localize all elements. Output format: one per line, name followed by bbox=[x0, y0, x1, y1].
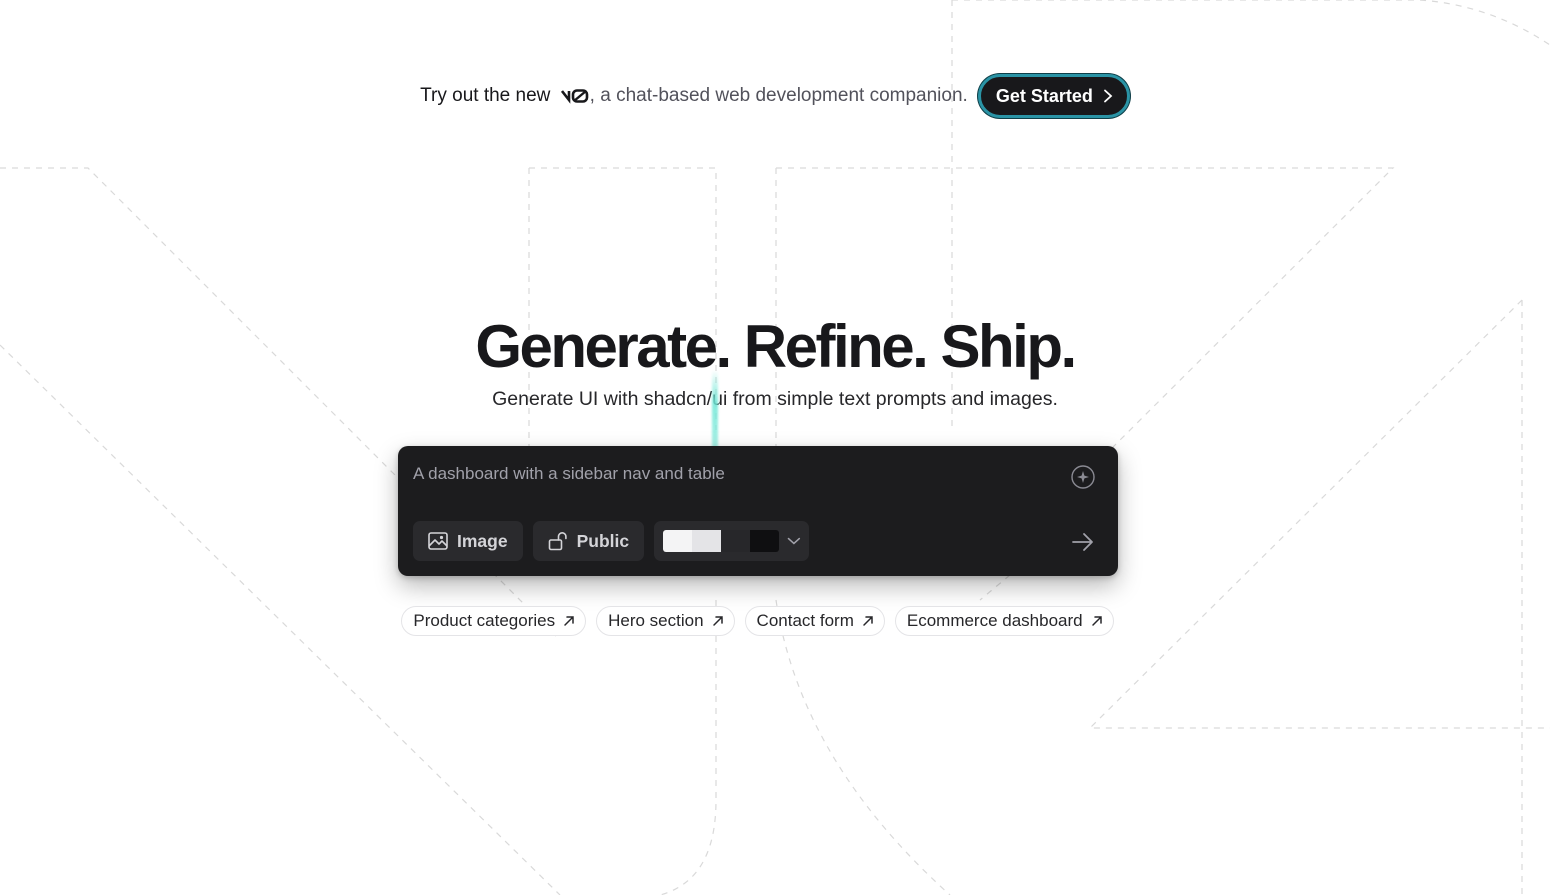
prompt-controls: Image Public bbox=[413, 521, 810, 561]
landing-page: Try out the new , a chat-based web devel… bbox=[0, 0, 1550, 895]
hero-subtitle: Generate UI with shadcn/ui from simple t… bbox=[492, 388, 1058, 410]
suggestion-label: Hero section bbox=[608, 611, 704, 630]
suggestion-chip[interactable]: Contact form bbox=[744, 606, 885, 636]
arrow-up-right-icon bbox=[564, 616, 574, 626]
suggestion-label: Ecommerce dashboard bbox=[906, 611, 1083, 630]
announcement-text: Try out the new , a chat-based web devel… bbox=[420, 85, 968, 107]
suggestion-chip[interactable]: Product categories bbox=[401, 606, 587, 636]
hero-title: Generate. Refine. Ship. bbox=[475, 313, 1077, 380]
suggestion-list: Product categories Hero section Contact … bbox=[0, 606, 1515, 636]
get-started-label: Get Started bbox=[995, 85, 1093, 106]
arrow-up-right-icon bbox=[1091, 616, 1102, 626]
image-button[interactable]: Image bbox=[413, 521, 523, 561]
arrow-up-right-icon bbox=[863, 616, 873, 626]
suggestion-chip[interactable]: Hero section bbox=[596, 606, 735, 636]
theme-swatch bbox=[750, 530, 780, 552]
suggestion-label: Product categories bbox=[413, 611, 556, 630]
announcement-bar: Try out the new , a chat-based web devel… bbox=[0, 74, 1550, 118]
theme-select[interactable] bbox=[654, 521, 810, 561]
v0-logo-icon bbox=[560, 89, 588, 104]
theme-swatch bbox=[663, 530, 693, 552]
visibility-button[interactable]: Public bbox=[532, 521, 645, 561]
prompt-box: Image Public bbox=[398, 446, 1118, 576]
announcement-lead: Try out the new bbox=[420, 85, 551, 106]
cursor-glow bbox=[712, 370, 718, 448]
theme-swatch bbox=[721, 530, 751, 552]
image-icon bbox=[428, 532, 448, 550]
chevron-down-icon bbox=[788, 537, 801, 545]
get-started-button[interactable]: Get Started bbox=[977, 74, 1130, 118]
sparkle-icon[interactable] bbox=[1070, 464, 1096, 490]
prompt-input[interactable] bbox=[413, 464, 1033, 484]
suggestion-chip[interactable]: Ecommerce dashboard bbox=[894, 606, 1114, 636]
visibility-button-label: Public bbox=[576, 530, 630, 551]
arrow-right-icon[interactable] bbox=[1070, 529, 1096, 555]
image-button-label: Image bbox=[457, 530, 508, 551]
unlock-icon bbox=[548, 532, 567, 551]
suggestion-label: Contact form bbox=[756, 611, 854, 630]
chevron-right-icon bbox=[1103, 89, 1113, 103]
arrow-up-right-icon bbox=[712, 616, 723, 626]
theme-swatch bbox=[692, 530, 722, 552]
theme-swatches bbox=[663, 530, 780, 552]
announcement-tail: , a chat-based web development companion… bbox=[589, 85, 968, 106]
